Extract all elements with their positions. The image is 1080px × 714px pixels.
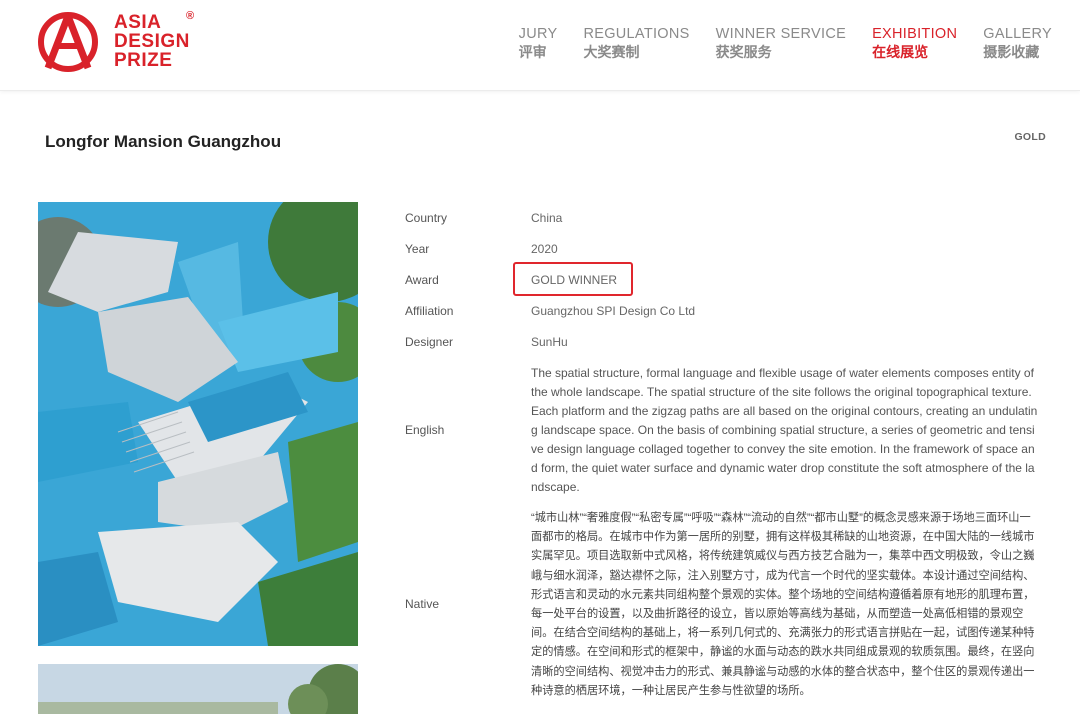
nav-item-regulations[interactable]: REGULATIONS 大奖赛制 [583, 26, 689, 62]
site-header: ASIA DESIGN PRIZE ® JURY 评审 REGULATIONS … [0, 0, 1080, 91]
description-english-label: English [405, 423, 445, 437]
nav-item-jury[interactable]: JURY 评审 [519, 26, 558, 62]
nav-item-exhibition[interactable]: EXHIBITION 在线展览 [872, 26, 957, 62]
nav-item-winner-service[interactable]: WINNER SERVICE 获奖服务 [716, 26, 846, 62]
award-level-tag: GOLD [1014, 131, 1046, 143]
registered-mark: ® [186, 10, 195, 22]
project-title: Longfor Mansion Guangzhou [45, 132, 282, 151]
asia-design-prize-logo[interactable]: ASIA DESIGN PRIZE ® [36, 10, 216, 74]
description-english-text: The spatial structure, formal language a… [531, 366, 1038, 494]
main-nav: JURY 评审 REGULATIONS 大奖赛制 WINNER SERVICE … [493, 26, 1052, 62]
project-photo-secondary[interactable] [38, 664, 358, 714]
logo-a-mark-icon [38, 12, 98, 72]
award-highlight-box [513, 262, 633, 296]
aerial-landscape-image [38, 202, 358, 646]
project-photo-aerial[interactable] [38, 202, 358, 646]
landscape-image-partial [38, 664, 358, 714]
description-native-text: “城市山林”“奢雅度假”“私密专属”“呼吸”“森林”“流动的自然”“都市山墅”的… [531, 512, 1035, 697]
logo-wordmark: ASIA DESIGN PRIZE [114, 12, 190, 71]
nav-item-gallery[interactable]: GALLERY 摄影收藏 [983, 26, 1052, 62]
description-native-label: Native [405, 597, 440, 611]
